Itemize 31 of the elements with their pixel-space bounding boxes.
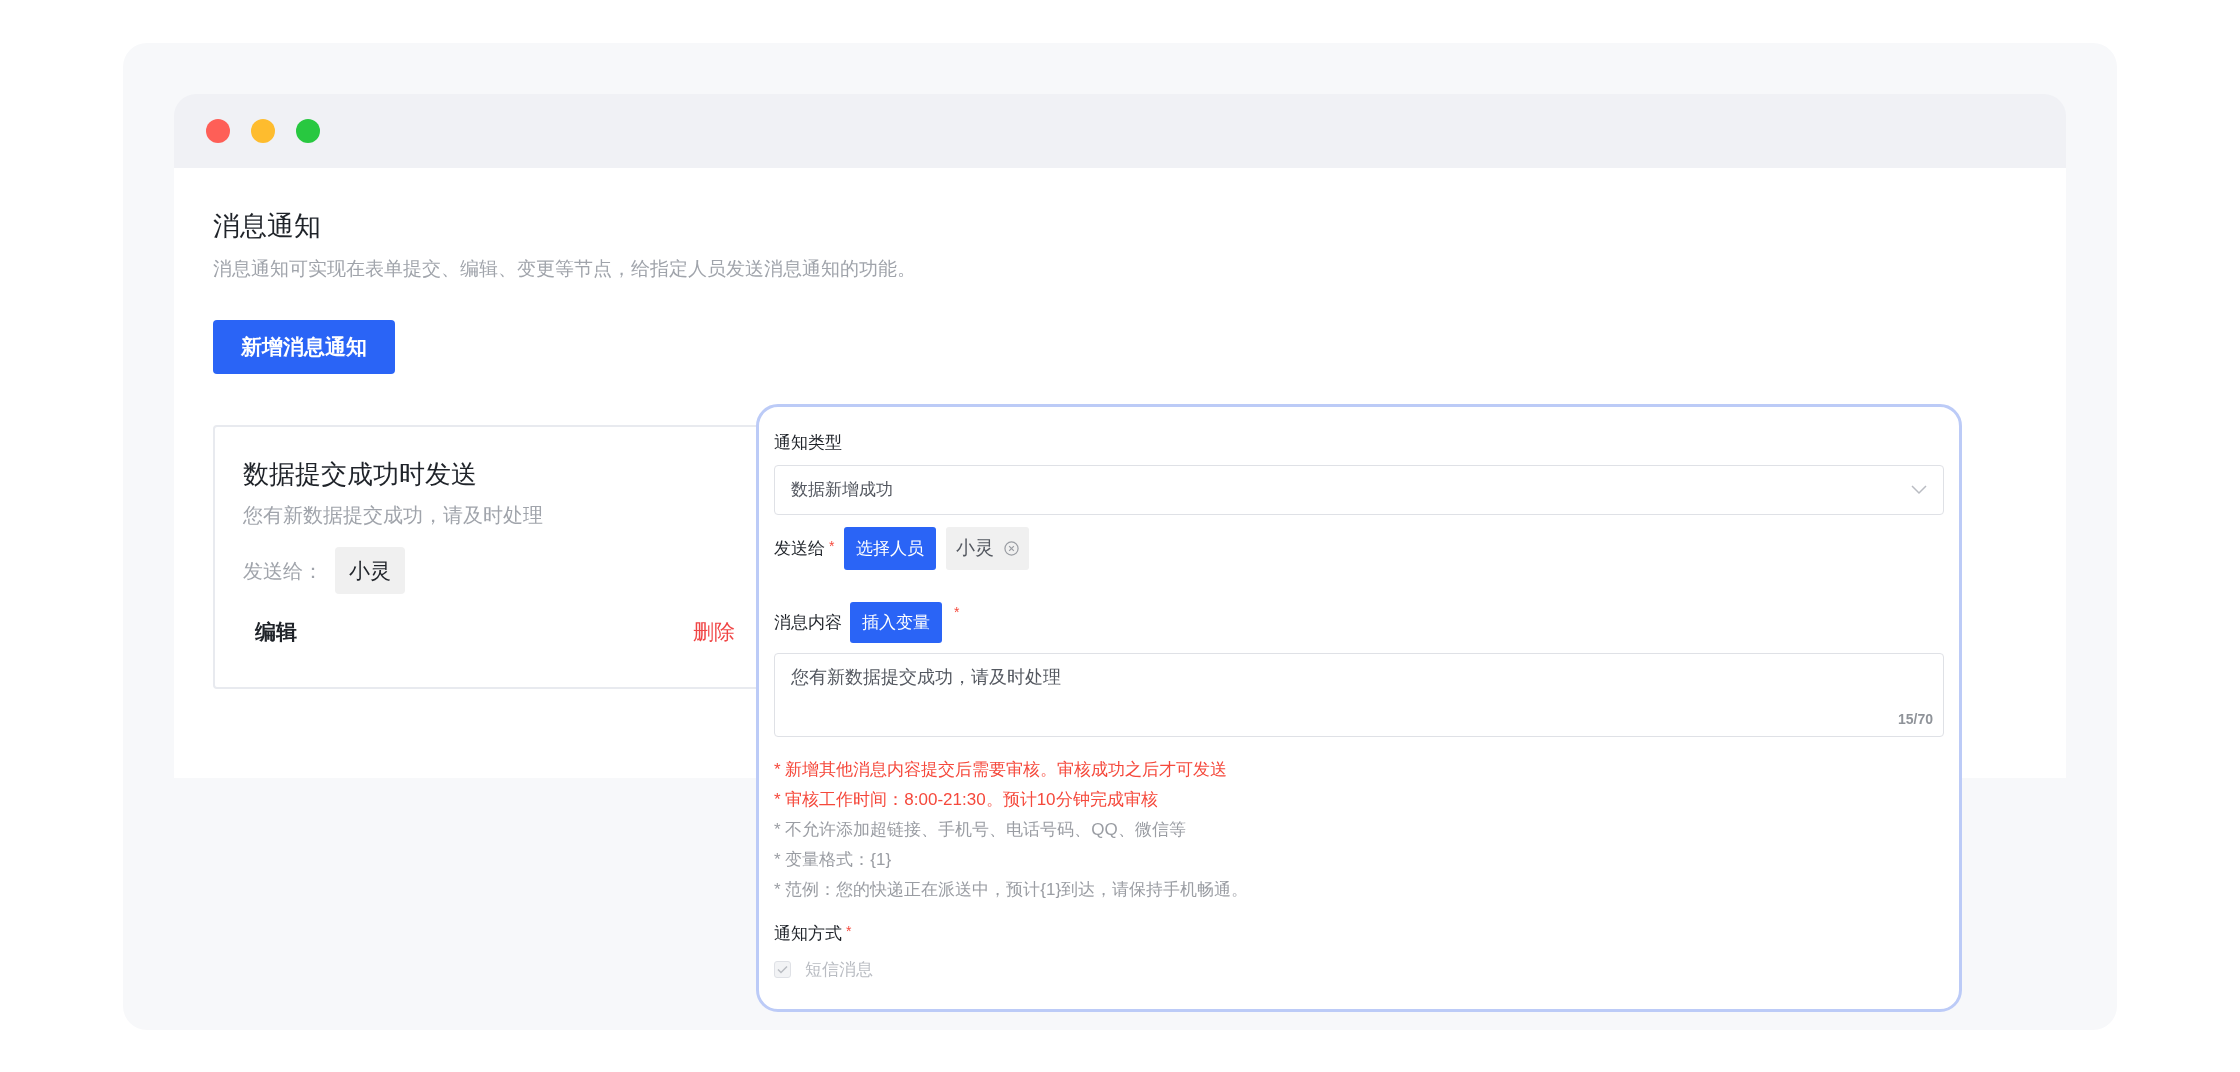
send-to-label: 发送给 <box>774 537 825 560</box>
add-notification-button[interactable]: 新增消息通知 <box>213 320 395 374</box>
info-note: * 范例：您的快递正在派送中，预计{1}到达，请保持手机畅通。 <box>774 879 1250 901</box>
select-people-button[interactable]: 选择人员 <box>844 527 937 570</box>
page-description: 消息通知可实现在表单提交、编辑、变更等节点，给指定人员发送消息通知的功能。 <box>213 257 917 281</box>
content-textarea[interactable]: 您有新数据提交成功，请及时处理 15/70 <box>774 653 1944 737</box>
content-label: 消息内容 <box>774 611 842 634</box>
check-icon <box>777 964 788 974</box>
recipient-tag: 小灵 <box>946 527 1030 570</box>
page-title: 消息通知 <box>213 210 322 243</box>
delete-link[interactable]: 删除 <box>693 616 735 648</box>
insert-variable-button[interactable]: 插入变量 <box>850 602 942 643</box>
required-mark: * <box>829 536 835 556</box>
warning-note: * 新增其他消息内容提交后需要审核。审核成功之后才可发送 <box>774 759 1229 781</box>
type-select[interactable]: 数据新增成功 <box>774 465 1944 515</box>
card-title: 数据提交成功时发送 <box>243 458 477 491</box>
info-note: * 不允许添加超链接、手机号、电话号码、QQ、微信等 <box>774 819 1187 841</box>
method-label: 通知方式 <box>774 923 842 945</box>
remove-icon[interactable] <box>1004 541 1020 556</box>
recipient-tag: 小灵 <box>335 547 405 594</box>
info-note: * 变量格式：{1} <box>774 849 893 871</box>
checkbox-label: 短信消息 <box>805 958 873 981</box>
warning-note: * 审核工作时间：8:00-21:30。预计10分钟完成审核 <box>774 789 1159 811</box>
required-mark: * <box>954 603 960 622</box>
required-mark: * <box>846 922 852 941</box>
chevron-down-icon <box>1911 485 1927 495</box>
send-to-label: 发送给： <box>243 558 323 584</box>
card-message: 您有新数据提交成功，请及时处理 <box>243 503 543 528</box>
char-counter: 15/70 <box>1897 710 1933 729</box>
edit-link[interactable]: 编辑 <box>255 616 297 648</box>
type-label: 通知类型 <box>774 432 843 454</box>
